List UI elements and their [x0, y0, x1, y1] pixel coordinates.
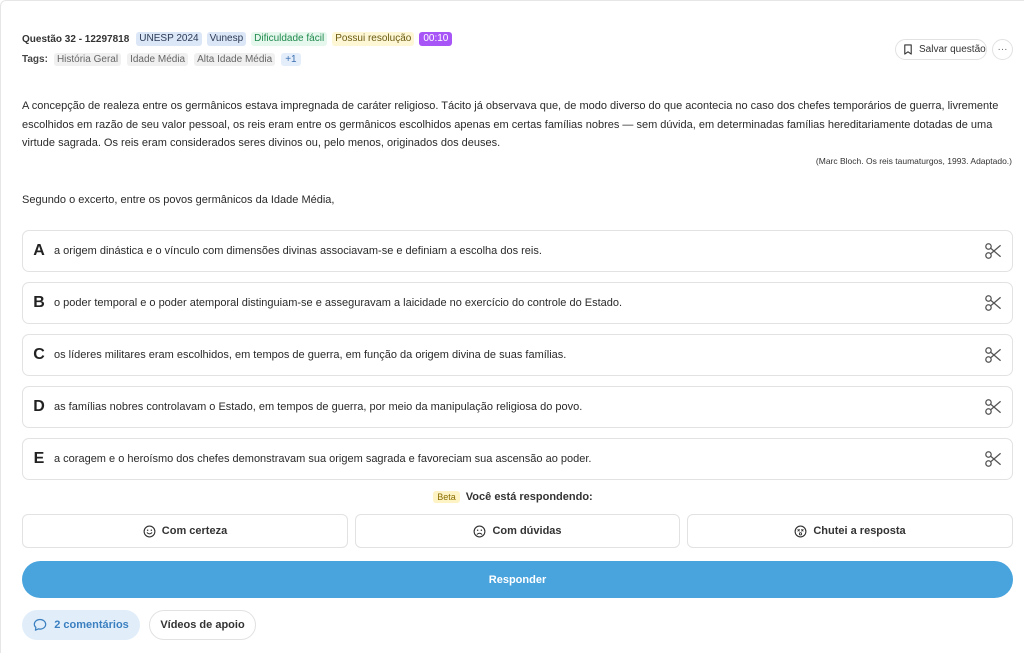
scissors-icon[interactable] [984, 398, 1002, 416]
alternative-d[interactable]: D as famílias nobres controlavam o Estad… [22, 386, 1013, 428]
alternative-letter: B [33, 294, 45, 311]
confidence-sure-label: Com certeza [161, 525, 228, 537]
smile-icon [143, 525, 156, 537]
alternative-a[interactable]: A a origem dinástica e o vínculo com dim… [22, 230, 1013, 272]
alternative-b[interactable]: B o poder temporal e o poder atemporal d… [22, 282, 1013, 324]
bookmark-icon [904, 44, 912, 55]
tag-item[interactable]: História Geral [53, 53, 122, 66]
save-question-label: Salvar questão [919, 44, 986, 55]
alternative-letter: E [33, 450, 45, 467]
more-options-button[interactable]: ··· [992, 39, 1013, 60]
tag-item[interactable]: Alta Idade Média [194, 53, 276, 66]
confidence-guess-button[interactable]: Chutei a resposta [687, 514, 1013, 548]
tags-label: Tags: [22, 54, 48, 65]
beta-badge: Beta [433, 491, 460, 503]
comment-icon [33, 618, 47, 631]
confidence-doubt-button[interactable]: Com dúvidas [355, 514, 680, 548]
alternative-letter: A [33, 242, 45, 259]
difficulty-badge: Dificuldade fácil [251, 32, 328, 46]
support-videos-button[interactable]: Vídeos de apoio [149, 610, 256, 640]
confidence-label: Você está respondendo: [465, 491, 593, 503]
exam-badge[interactable]: UNESP 2024 [136, 32, 202, 46]
save-question-button[interactable]: Salvar questão [895, 39, 987, 60]
tags-row: Tags: História Geral Idade Média Alta Id… [22, 53, 301, 66]
resolution-badge: Possui resolução [332, 32, 415, 46]
scissors-icon[interactable] [984, 242, 1002, 260]
scissors-icon[interactable] [984, 346, 1002, 364]
tags-more[interactable]: +1 [281, 53, 301, 66]
confidence-sure-button[interactable]: Com certeza [22, 514, 348, 548]
dizzy-face-icon [794, 525, 807, 537]
ellipsis-icon: ··· [997, 44, 1008, 55]
comments-button[interactable]: 2 comentários [22, 610, 140, 640]
board-badge[interactable]: Vunesp [206, 32, 247, 46]
scissors-icon[interactable] [984, 450, 1002, 468]
question-source: (Marc Bloch. Os reis taumaturgos, 1993. … [815, 156, 1012, 166]
alternative-c[interactable]: C os líderes militares eram escolhidos, … [22, 334, 1013, 376]
question-text: A concepção de realeza entre os germânic… [22, 100, 999, 149]
question-card: Questão 32 - 12297818 UNESP 2024 Vunesp … [0, 0, 1024, 653]
tag-item[interactable]: Idade Média [127, 53, 189, 66]
comments-label: 2 comentários [54, 619, 129, 631]
alternative-text: os líderes militares eram escolhidos, em… [54, 349, 567, 361]
alternative-text: as famílias nobres controlavam o Estado,… [54, 401, 583, 413]
alternative-letter: D [33, 398, 45, 415]
answer-button[interactable]: Responder [22, 561, 1013, 598]
alternative-e[interactable]: E a coragem e o heroísmo dos chefes demo… [22, 438, 1013, 480]
question-id: Questão 32 - 12297818 [22, 33, 130, 45]
confidence-doubt-label: Com dúvidas [492, 525, 562, 537]
frown-icon [474, 525, 486, 537]
question-header: Questão 32 - 12297818 UNESP 2024 Vunesp … [22, 32, 453, 46]
alternative-text: a coragem e o heroísmo dos chefes demons… [54, 453, 592, 465]
alternative-text: a origem dinástica e o vínculo com dimen… [54, 245, 542, 257]
timer-badge: 00:10 [419, 32, 453, 46]
alternative-text: o poder temporal e o poder atemporal dis… [54, 297, 623, 309]
confidence-guess-label: Chutei a resposta [813, 525, 906, 537]
scissors-icon[interactable] [984, 294, 1002, 312]
alternative-letter: C [33, 346, 45, 363]
question-prompt: Segundo o excerto, entre os povos germân… [22, 194, 335, 206]
confidence-header: Beta Você está respondendo: [1, 491, 1024, 503]
